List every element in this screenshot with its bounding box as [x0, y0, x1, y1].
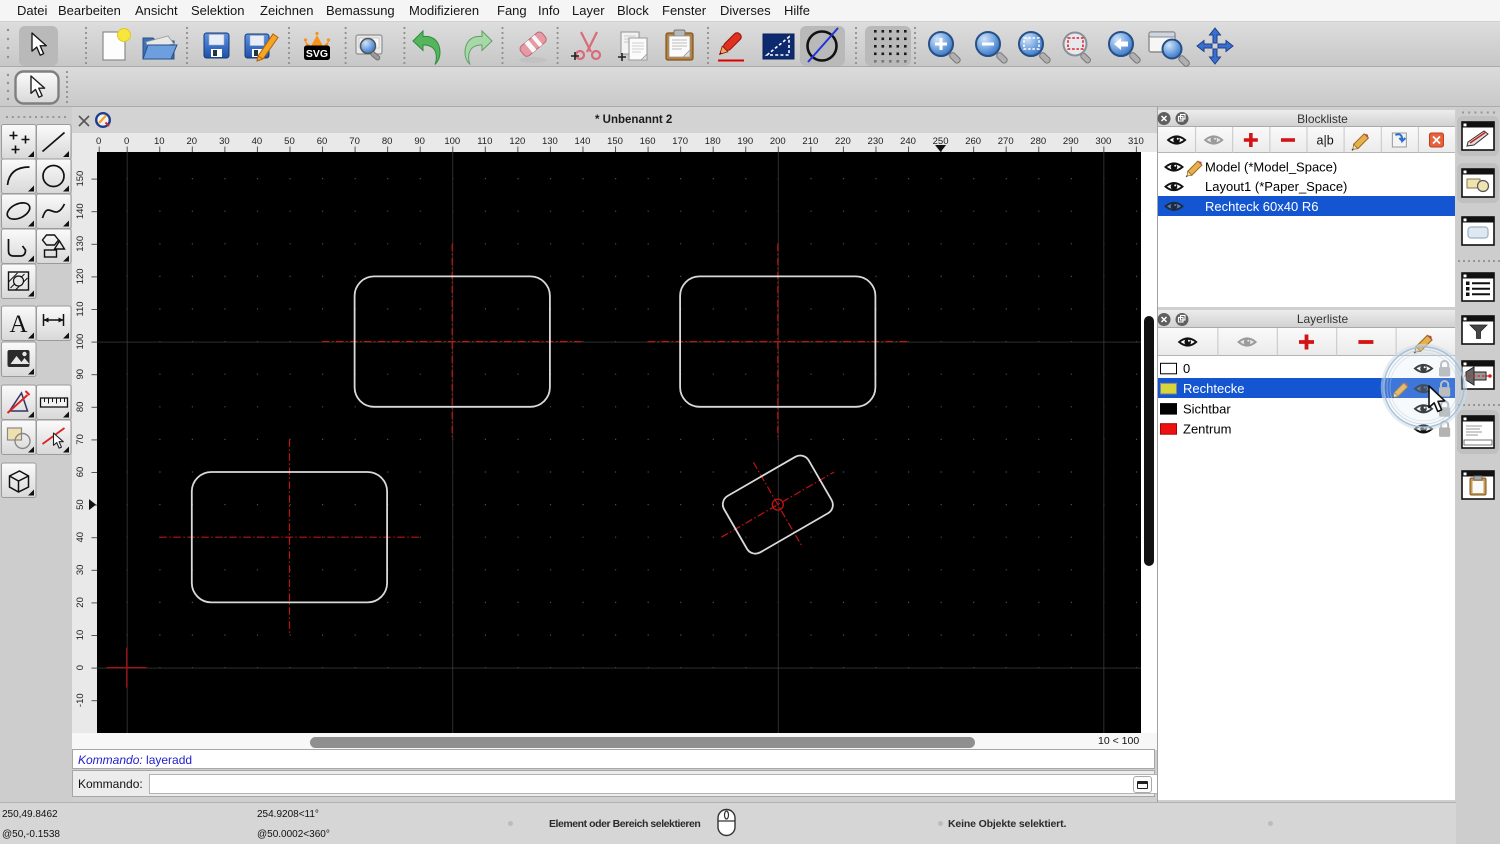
- svg-text:Rechteck 60x40 R6: Rechteck 60x40 R6: [1205, 199, 1318, 214]
- svg-text:0: 0: [1183, 361, 1190, 376]
- svg-text:140: 140: [75, 203, 86, 219]
- svg-text:a|b: a|b: [1317, 134, 1334, 148]
- svg-text:60: 60: [75, 467, 86, 478]
- svg-text:270: 270: [998, 136, 1014, 147]
- svg-text:100: 100: [444, 136, 460, 147]
- svg-text:170: 170: [672, 136, 688, 147]
- svg-text:120: 120: [75, 268, 86, 284]
- svg-text:90: 90: [75, 369, 86, 380]
- svg-text:Layout1 (*Paper_Space): Layout1 (*Paper_Space): [1205, 179, 1347, 194]
- svg-text:310: 310: [1128, 136, 1144, 147]
- svg-text:40: 40: [252, 136, 263, 147]
- svg-text:0: 0: [75, 665, 86, 670]
- svg-text:150: 150: [607, 136, 623, 147]
- svg-text:120: 120: [509, 136, 525, 147]
- svg-text:180: 180: [705, 136, 721, 147]
- svg-text:50: 50: [284, 136, 295, 147]
- svg-text:200: 200: [770, 136, 786, 147]
- svg-text:210: 210: [802, 136, 818, 147]
- svg-text:90: 90: [414, 136, 425, 147]
- svg-text:160: 160: [640, 136, 656, 147]
- svg-text:280: 280: [1030, 136, 1046, 147]
- svg-text:Zentrum: Zentrum: [1183, 421, 1231, 436]
- svg-text:60: 60: [317, 136, 328, 147]
- svg-text:240: 240: [900, 136, 916, 147]
- svg-text:10: 10: [75, 630, 86, 641]
- svg-text:-10: -10: [75, 693, 86, 707]
- svg-text:260: 260: [965, 136, 981, 147]
- svg-text:70: 70: [349, 136, 360, 147]
- svg-text:80: 80: [75, 402, 86, 413]
- svg-text:30: 30: [219, 136, 230, 147]
- svg-text:10: 10: [154, 136, 165, 147]
- svg-text:110: 110: [75, 301, 86, 316]
- svg-text:Model (*Model_Space): Model (*Model_Space): [1205, 160, 1337, 175]
- svg-text:20: 20: [187, 136, 198, 147]
- svg-text:SVG: SVG: [306, 48, 328, 60]
- svg-text:100: 100: [75, 334, 86, 350]
- svg-text:20: 20: [75, 597, 86, 608]
- svg-text:70: 70: [75, 434, 86, 445]
- svg-text:220: 220: [835, 136, 851, 147]
- svg-text:Sichtbar: Sichtbar: [1183, 401, 1231, 416]
- svg-text:0: 0: [96, 136, 101, 147]
- svg-text:40: 40: [75, 532, 86, 543]
- svg-text:130: 130: [542, 136, 558, 147]
- svg-text:290: 290: [1063, 136, 1079, 147]
- svg-text:80: 80: [382, 136, 393, 147]
- svg-text:50: 50: [75, 499, 86, 510]
- svg-text:30: 30: [75, 565, 86, 576]
- svg-text:190: 190: [737, 136, 753, 147]
- svg-text:300: 300: [1095, 136, 1111, 147]
- svg-text:0: 0: [124, 136, 129, 147]
- svg-text:130: 130: [75, 236, 86, 252]
- svg-text:110: 110: [477, 136, 492, 147]
- svg-text:230: 230: [868, 136, 884, 147]
- svg-text:Rechtecke: Rechtecke: [1183, 381, 1244, 396]
- svg-text:A: A: [9, 311, 27, 338]
- svg-text:140: 140: [575, 136, 591, 147]
- svg-text:150: 150: [75, 171, 86, 187]
